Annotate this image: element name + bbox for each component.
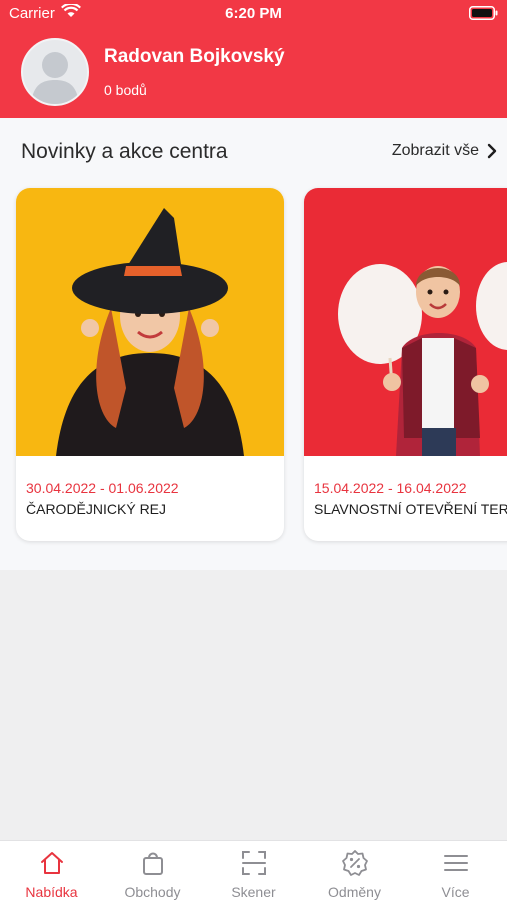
battery-icon (469, 6, 498, 20)
clock: 6:20 PM (225, 5, 282, 22)
scanner-icon (242, 851, 266, 875)
chevron-right-icon (487, 143, 497, 159)
news-card-terrace-opening[interactable]: 15.04.2022 - 16.04.2022 SLAVNOSTNÍ OTEVŘ… (304, 188, 507, 541)
tab-odmeny[interactable]: Odměny (304, 841, 405, 900)
person-silhouette-icon (31, 52, 79, 104)
card-date: 15.04.2022 - 16.04.2022 (314, 480, 467, 496)
tab-label: Více (441, 884, 470, 900)
news-section: Novinky a akce centra Zobrazit vše 30.04… (0, 118, 507, 570)
status-bar: Carrier 6:20 PM (0, 0, 507, 28)
user-name: Radovan Bojkovský (104, 46, 285, 67)
tab-vice[interactable]: Více (405, 841, 506, 900)
section-title: Novinky a akce centra (21, 140, 228, 163)
card-date: 30.04.2022 - 01.06.2022 (26, 480, 179, 496)
card-title: ČARODĚJNICKÝ REJ (26, 501, 167, 517)
bottom-tab-bar: Nabídka Obchody Skener Odměny Více (0, 840, 507, 900)
tab-label: Skener (231, 884, 276, 900)
tab-skener[interactable]: Skener (203, 841, 304, 900)
tab-nabidka[interactable]: Nabídka (1, 841, 102, 900)
show-all-label: Zobrazit vše (391, 142, 479, 159)
menu-icon (444, 855, 468, 871)
tab-obchody[interactable]: Obchody (102, 841, 203, 900)
boy-cotton-candy-photo (304, 188, 507, 456)
user-points: 0 bodů (104, 82, 147, 98)
card-title: SLAVNOSTNÍ OTEVŘENÍ TERASY (314, 501, 507, 517)
girl-witch-hat-photo (16, 188, 284, 456)
tab-label: Obchody (124, 884, 181, 900)
tab-label: Odměny (328, 884, 381, 900)
discount-badge-icon (342, 850, 368, 876)
home-icon (41, 852, 63, 874)
avatar[interactable] (21, 38, 89, 106)
news-card-witch-party[interactable]: 30.04.2022 - 01.06.2022 ČARODĚJNICKÝ REJ (16, 188, 284, 541)
tab-label: Nabídka (25, 884, 78, 900)
bag-icon (143, 852, 163, 875)
profile-header: Carrier 6:20 PM Radovan Bojkovský 0 bodů (0, 0, 507, 118)
show-all-link[interactable]: Zobrazit vše (392, 142, 497, 160)
